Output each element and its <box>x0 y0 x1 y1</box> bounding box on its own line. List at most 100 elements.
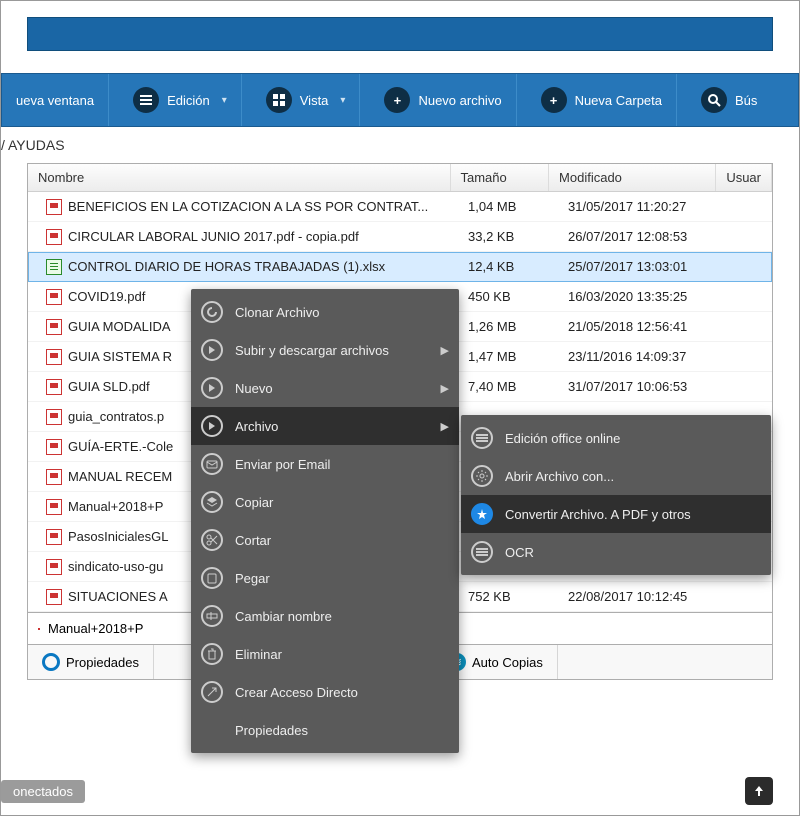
menu-item-pegar[interactable]: Pegar <box>191 559 459 597</box>
lines-icon <box>471 427 493 449</box>
chev-icon <box>201 339 223 361</box>
tab-properties[interactable]: Propiedades <box>28 645 154 679</box>
menu-item-label: Archivo <box>235 419 278 434</box>
menu-item-eliminar[interactable]: Eliminar <box>191 635 459 673</box>
header-size[interactable]: Tamaño <box>451 164 550 191</box>
pdf-icon <box>46 199 62 215</box>
rename-icon <box>201 605 223 627</box>
pdf-icon <box>46 319 62 335</box>
file-name: GUÍA-ERTE.-Cole <box>68 439 173 454</box>
menu-item-label: Pegar <box>235 571 270 586</box>
header-user[interactable]: Usuar <box>716 164 772 191</box>
file-name: GUIA MODALIDA <box>68 319 171 334</box>
menu-icon <box>133 87 159 113</box>
grid-icon <box>266 87 292 113</box>
file-name: guia_contratos.p <box>68 409 164 424</box>
new-file-button[interactable]: + Nuevo archivo <box>370 73 516 127</box>
file-size: 1,04 MB <box>458 199 558 214</box>
new-window-label: ueva ventana <box>16 93 94 108</box>
menu-item-label: Nuevo <box>235 381 273 396</box>
search-button[interactable]: Bús <box>687 73 771 127</box>
menu-item-label: Enviar por Email <box>235 457 330 472</box>
star-icon <box>471 503 493 525</box>
menu-item-nuevo[interactable]: Nuevo ▶ <box>191 369 459 407</box>
chevron-right-icon: ▶ <box>441 420 449 433</box>
file-modified: 21/05/2018 12:56:41 <box>558 319 728 334</box>
menu-item-label: Cambiar nombre <box>235 609 332 624</box>
pdf-icon <box>46 409 62 425</box>
menu-item-ocr[interactable]: OCR <box>461 533 771 571</box>
menu-item-label: Abrir Archivo con... <box>505 469 614 484</box>
table-row[interactable]: CONTROL DIARIO DE HORAS TRABAJADAS (1).x… <box>28 252 772 282</box>
pdf-icon <box>46 379 62 395</box>
menu-item-clonar-archivo[interactable]: Clonar Archivo <box>191 293 459 331</box>
chevron-right-icon: ▶ <box>441 382 449 395</box>
menu-item-enviar-por-email[interactable]: Enviar por Email <box>191 445 459 483</box>
shortcut-icon <box>201 681 223 703</box>
file-name: PasosInicialesGL <box>68 529 168 544</box>
pdf-icon <box>46 469 62 485</box>
edit-label: Edición <box>167 93 210 108</box>
header-name[interactable]: Nombre <box>28 164 451 191</box>
view-menu-button[interactable]: Vista ▾ <box>252 73 361 127</box>
lines-icon <box>471 541 493 563</box>
file-name: COVID19.pdf <box>68 289 145 304</box>
view-label: Vista <box>300 93 329 108</box>
file-size: 450 KB <box>458 289 558 304</box>
menu-item-edici-n-office-online[interactable]: Edición office online <box>461 419 771 457</box>
table-row[interactable]: BENEFICIOS EN LA COTIZACION A LA SS POR … <box>28 192 772 222</box>
file-name: SITUACIONES A <box>68 589 168 604</box>
menu-item-archivo[interactable]: Archivo ▶ <box>191 407 459 445</box>
upload-icon <box>752 784 766 798</box>
table-row[interactable]: CIRCULAR LABORAL JUNIO 2017.pdf - copia.… <box>28 222 772 252</box>
file-name: Manual+2018+P <box>68 499 163 514</box>
file-size: 7,40 MB <box>458 379 558 394</box>
info-icon <box>42 653 60 671</box>
file-modified: 22/08/2017 10:12:45 <box>558 589 728 604</box>
file-modified: 23/11/2016 14:09:37 <box>558 349 728 364</box>
window-title-bar <box>27 17 773 51</box>
pdf-icon <box>46 529 62 545</box>
chev-icon <box>201 377 223 399</box>
new-file-label: Nuevo archivo <box>418 93 501 108</box>
menu-item-subir-y-descargar-archivos[interactable]: Subir y descargar archivos▶ <box>191 331 459 369</box>
menu-item-propiedades[interactable]: Propiedades <box>191 711 459 749</box>
menu-item-convertir-archivo-a-pdf-y-otros[interactable]: Convertir Archivo. A PDF y otros <box>461 495 771 533</box>
menu-item-label: Convertir Archivo. A PDF y otros <box>505 507 691 522</box>
file-size: 752 KB <box>458 589 558 604</box>
xlsx-icon <box>46 259 62 275</box>
context-menu[interactable]: Clonar Archivo Subir y descargar archivos… <box>191 289 459 753</box>
tab-properties-label: Propiedades <box>66 655 139 670</box>
context-submenu-archivo[interactable]: Edición office online Abrir Archivo con..… <box>461 415 771 575</box>
file-size: 1,26 MB <box>458 319 558 334</box>
new-folder-button[interactable]: + Nueva Carpeta <box>527 73 677 127</box>
layers-icon <box>201 491 223 513</box>
trash-icon <box>201 643 223 665</box>
file-size: 12,4 KB <box>458 259 558 274</box>
file-modified: 31/05/2017 11:20:27 <box>558 199 728 214</box>
chevron-down-icon: ▾ <box>222 95 227 106</box>
upload-button[interactable] <box>745 777 773 805</box>
preview-filename: Manual+2018+P <box>48 621 143 636</box>
file-name: CIRCULAR LABORAL JUNIO 2017.pdf - copia.… <box>68 229 359 244</box>
menu-item-copiar[interactable]: Copiar <box>191 483 459 521</box>
file-modified: 16/03/2020 13:35:25 <box>558 289 728 304</box>
menu-item-cortar[interactable]: Cortar <box>191 521 459 559</box>
tab-auto-copies-label: Auto Copias <box>472 655 543 670</box>
edit-menu-button[interactable]: Edición ▾ <box>119 73 242 127</box>
mail-icon <box>201 453 223 475</box>
breadcrumb: / AYUDAS <box>1 127 799 163</box>
menu-item-crear-acceso-directo[interactable]: Crear Acceso Directo <box>191 673 459 711</box>
paste-icon <box>201 567 223 589</box>
header-modified[interactable]: Modificado <box>549 164 716 191</box>
new-window-button[interactable]: ueva ventana <box>2 73 109 127</box>
menu-item-abrir-archivo-con[interactable]: Abrir Archivo con... <box>461 457 771 495</box>
menu-item-label: Subir y descargar archivos <box>235 343 389 358</box>
gear-icon <box>471 465 493 487</box>
menu-item-label: Clonar Archivo <box>235 305 320 320</box>
menu-item-label: OCR <box>505 545 534 560</box>
file-name: CONTROL DIARIO DE HORAS TRABAJADAS (1).x… <box>68 259 385 274</box>
pdf-icon <box>38 628 40 630</box>
menu-item-cambiar-nombre[interactable]: Cambiar nombre <box>191 597 459 635</box>
chev-icon <box>201 415 223 437</box>
